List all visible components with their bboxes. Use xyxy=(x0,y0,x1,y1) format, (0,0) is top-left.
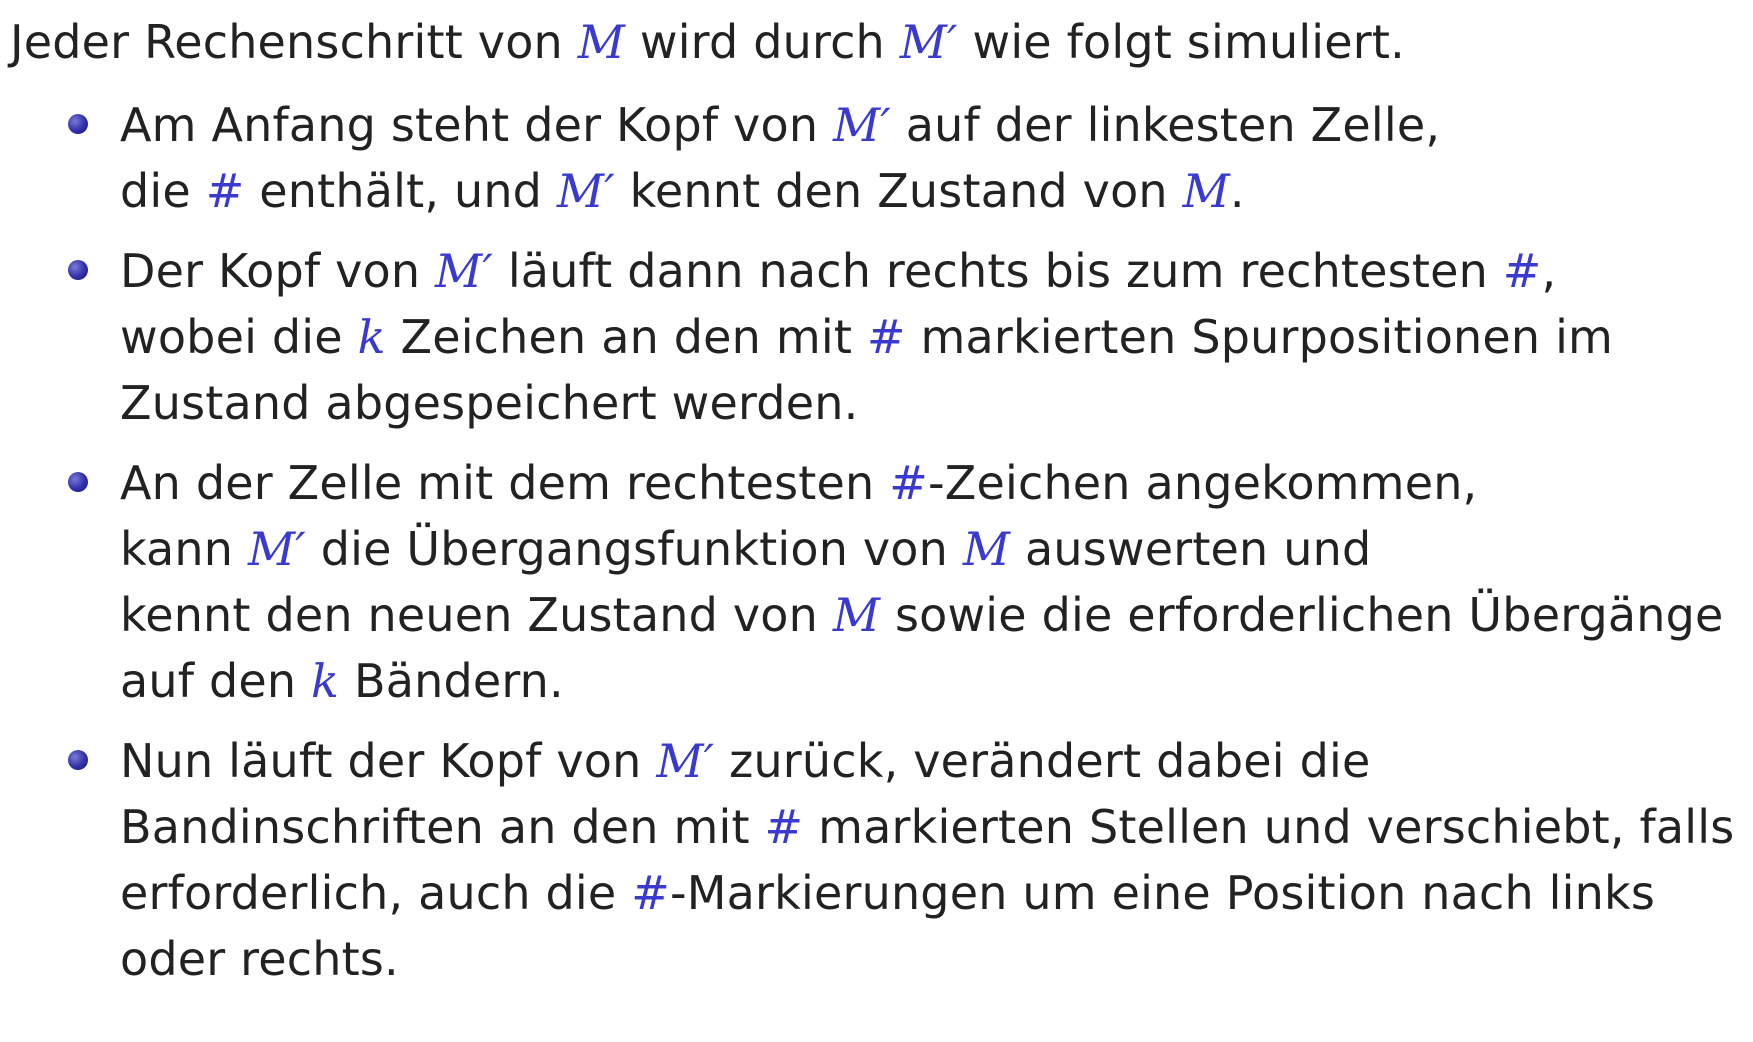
bullet-item: Nun läuft der Kopf von M′ zurück, veränd… xyxy=(0,728,1753,992)
bullet-line: die # enthält, und M′ kennt den Zustand … xyxy=(120,158,1753,224)
math-symbol-m: M xyxy=(577,15,626,69)
bullet-line: Am Anfang steht der Kopf von M′ auf der … xyxy=(120,92,1753,158)
math-symbol-k: k xyxy=(357,310,386,364)
bullet-list: Am Anfang steht der Kopf von M′ auf der … xyxy=(0,92,1753,1006)
bullet-line: wobei die k Zeichen an den mit # markier… xyxy=(120,304,1753,370)
bullet-line: erforderlich, auch die #-Markierungen um… xyxy=(120,860,1753,926)
bullet-item: Am Anfang steht der Kopf von M′ auf der … xyxy=(0,92,1753,224)
bullet-dot-icon xyxy=(68,472,88,492)
text-span: auf der linkesten Zelle, xyxy=(890,98,1441,152)
text-span: wobei die xyxy=(120,310,358,364)
bullet-line: Bandinschriften an den mit # markierten … xyxy=(120,794,1753,860)
text-span: An der Zelle mit dem rechtesten xyxy=(120,456,890,510)
slide: Jeder Rechenschritt von M wird durch M′ … xyxy=(0,0,1753,1042)
text-span: oder rechts. xyxy=(120,932,399,986)
text-span: auswerten und xyxy=(1010,522,1372,576)
math-symbol-m: M xyxy=(1182,164,1230,218)
text-span: , xyxy=(1541,244,1557,298)
text-span: -Markierungen um eine Position nach link… xyxy=(669,866,1655,920)
hash-symbol: # xyxy=(889,456,928,510)
math-symbol-m: M xyxy=(832,588,881,642)
math-symbol-m-prime: M′ xyxy=(247,522,306,576)
intro-text: Jeder Rechenschritt von xyxy=(10,15,578,69)
text-span: Nun läuft der Kopf von xyxy=(120,734,657,788)
text-span: . xyxy=(1229,164,1245,218)
text-span: kennt den neuen Zustand von xyxy=(120,588,833,642)
bullet-line: oder rechts. xyxy=(120,926,1753,992)
intro-sentence: Jeder Rechenschritt von M wird durch M′ … xyxy=(10,12,1405,72)
hash-symbol: # xyxy=(1502,244,1542,298)
math-symbol-m-prime: M′ xyxy=(556,164,615,218)
math-symbol-m: M xyxy=(962,522,1011,576)
text-span: sowie die erforderlichen Übergänge xyxy=(880,588,1724,642)
bullet-line: auf den k Bändern. xyxy=(120,648,1753,714)
hash-symbol: # xyxy=(764,800,804,854)
text-span: Bändern. xyxy=(339,654,564,708)
text-span: kennt den Zustand von xyxy=(614,164,1183,218)
hash-symbol: # xyxy=(205,164,245,218)
bullet-line: Zustand abgespeichert werden. xyxy=(120,370,1753,436)
math-symbol-m-prime: M′ xyxy=(656,734,715,788)
bullet-dot-icon xyxy=(68,260,88,280)
bullet-line: An der Zelle mit dem rechtesten #-Zeiche… xyxy=(120,450,1753,516)
text-span: die xyxy=(120,164,206,218)
text-span: Zustand abgespeichert werden. xyxy=(120,376,859,430)
text-span: die Übergangsfunktion von xyxy=(305,522,963,576)
text-span: -Zeichen angekommen, xyxy=(927,456,1478,510)
text-span: kann xyxy=(120,522,248,576)
text-span: erforderlich, auch die xyxy=(120,866,632,920)
bullet-line: kann M′ die Übergangsfunktion von M ausw… xyxy=(120,516,1753,582)
hash-symbol: # xyxy=(866,310,906,364)
text-span: zurück, verändert dabei die xyxy=(714,734,1371,788)
bullet-line: Nun läuft der Kopf von M′ zurück, veränd… xyxy=(120,728,1753,794)
text-span: Bandinschriften an den mit xyxy=(120,800,765,854)
math-symbol-k: k xyxy=(311,654,340,708)
bullet-line: Der Kopf von M′ läuft dann nach rechts b… xyxy=(120,238,1753,304)
text-span: Am Anfang steht der Kopf von xyxy=(120,98,834,152)
bullet-item: Der Kopf von M′ läuft dann nach rechts b… xyxy=(0,238,1753,436)
text-span: Der Kopf von xyxy=(120,244,436,298)
bullet-item: An der Zelle mit dem rechtesten #-Zeiche… xyxy=(0,450,1753,714)
text-span: läuft dann nach rechts bis zum rechteste… xyxy=(493,244,1503,298)
math-symbol-m-prime: M′ xyxy=(899,15,958,69)
intro-text: wie folgt simuliert. xyxy=(957,15,1405,69)
intro-text: wird durch xyxy=(625,15,900,69)
text-span: enthält, und xyxy=(244,164,557,218)
text-span: Zeichen an den mit xyxy=(385,310,867,364)
hash-symbol: # xyxy=(631,866,670,920)
text-span: markierten Stellen und verschiebt, falls xyxy=(803,800,1735,854)
math-symbol-m-prime: M′ xyxy=(435,244,493,298)
text-span: auf den xyxy=(120,654,312,708)
math-symbol-m-prime: M′ xyxy=(833,98,891,152)
bullet-line: kennt den neuen Zustand von M sowie die … xyxy=(120,582,1753,648)
bullet-dot-icon xyxy=(68,114,88,134)
text-span: markierten Spurpositionen im xyxy=(905,310,1614,364)
bullet-dot-icon xyxy=(68,750,88,770)
